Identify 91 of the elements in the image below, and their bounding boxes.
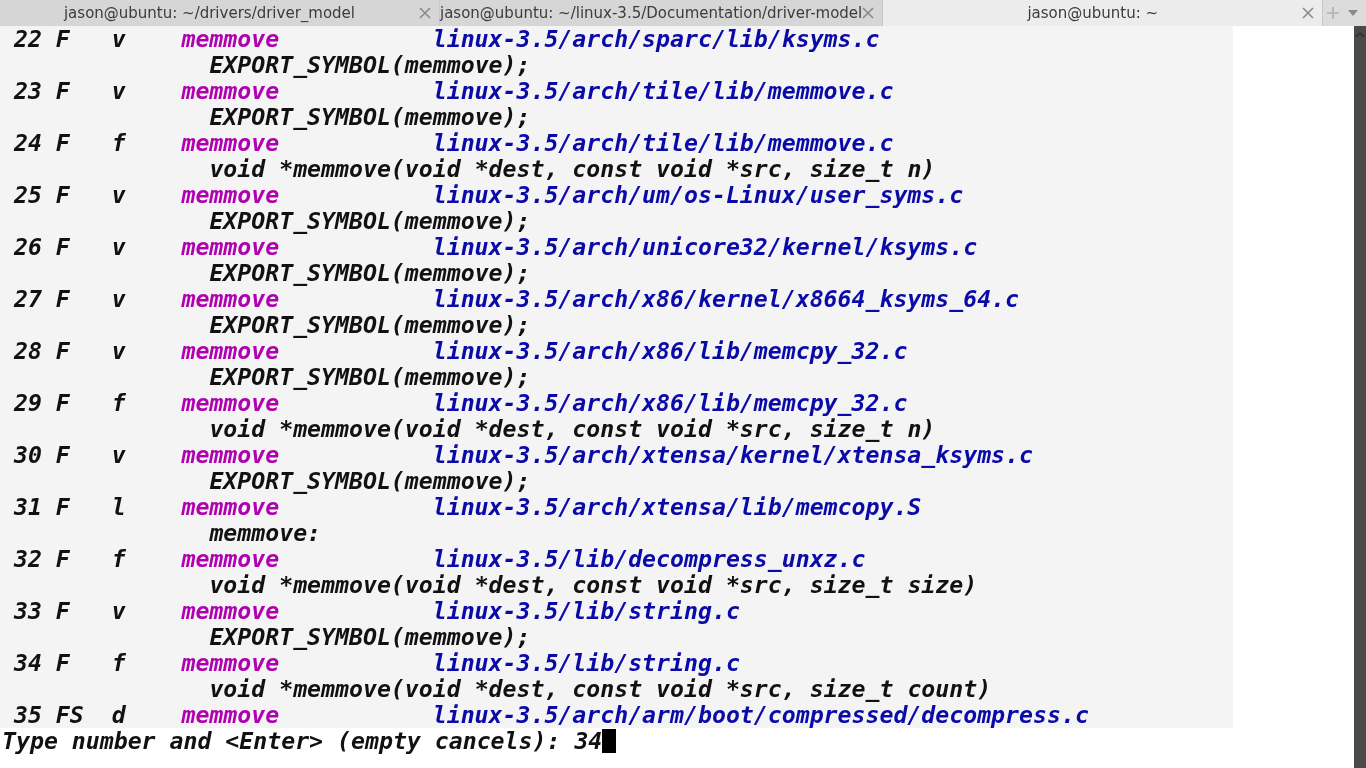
cursor — [602, 729, 617, 753]
file-path: linux-3.5/lib/decompress_unxz.c — [432, 546, 866, 572]
flags: F — [55, 182, 71, 208]
tag-kind: v — [111, 442, 127, 468]
result-number: 23 — [13, 78, 43, 104]
tag-kind: v — [111, 26, 127, 52]
prompt-text: Type number and <Enter> (empty cancels): — [2, 728, 561, 754]
file-path: linux-3.5/arch/arm/boot/compressed/decompress.c — [432, 702, 1089, 728]
tag-kind: f — [111, 130, 127, 156]
terminal-tab[interactable]: jason@ubuntu: ~/drivers/driver_model — [0, 0, 440, 26]
scrollbar[interactable] — [1354, 26, 1366, 768]
tag-kind: l — [111, 494, 127, 520]
context-line: EXPORT_SYMBOL(memmove); — [209, 208, 531, 234]
result-number: 22 — [13, 26, 43, 52]
context-line: EXPORT_SYMBOL(memmove); — [209, 260, 531, 286]
flags: F — [55, 234, 71, 260]
file-path: linux-3.5/arch/xtensa/kernel/xtensa_ksyms.c — [432, 442, 1033, 468]
symbol-name: memmove — [181, 338, 280, 364]
result-number: 33 — [13, 598, 43, 624]
symbol-name: memmove — [181, 390, 280, 416]
flags: F — [55, 598, 71, 624]
flags: F — [55, 26, 71, 52]
tag-kind: v — [111, 286, 127, 312]
flags: F — [55, 390, 71, 416]
result-number: 34 — [13, 650, 43, 676]
symbol-name: memmove — [181, 702, 281, 728]
tag-kind: f — [111, 650, 127, 676]
flags: FS — [55, 702, 85, 728]
tag-kind: v — [111, 338, 127, 364]
file-path: linux-3.5/arch/um/os-Linux/user_syms.c — [432, 182, 964, 208]
context-line: void *memmove(void *dest, const void *src, size_t n) — [209, 156, 936, 182]
symbol-name: memmove — [181, 286, 280, 312]
symbol-name: memmove — [181, 442, 281, 468]
context-line: memmove: — [209, 520, 322, 546]
file-path: linux-3.5/arch/unicore32/kernel/ksyms.c — [432, 234, 978, 260]
file-path: linux-3.5/arch/x86/kernel/x8664_ksyms_64.c — [432, 286, 1020, 312]
context-line: void *memmove(void *dest, const void *src, size_t size) — [209, 572, 978, 598]
file-path: linux-3.5/lib/string.c — [432, 598, 740, 624]
result-number: 30 — [13, 442, 43, 468]
result-number: 32 — [13, 546, 43, 572]
result-number: 26 — [13, 234, 43, 260]
context-line: EXPORT_SYMBOL(memmove); — [209, 468, 531, 494]
file-path: linux-3.5/lib/string.c — [432, 650, 740, 676]
tag-kind: f — [111, 546, 127, 572]
flags: F — [55, 650, 71, 676]
flags: F — [55, 494, 71, 520]
result-number: 27 — [13, 286, 43, 312]
file-path: linux-3.5/arch/tile/lib/memmove.c — [432, 78, 894, 104]
flags: F — [55, 442, 71, 468]
flags: F — [55, 338, 71, 364]
flags: F — [55, 286, 71, 312]
context-line: EXPORT_SYMBOL(memmove); — [209, 624, 531, 650]
tag-kind: v — [111, 598, 127, 624]
tag-kind: v — [111, 234, 127, 260]
flags: F — [55, 130, 71, 156]
scroll-up-icon[interactable] — [1355, 32, 1365, 38]
symbol-name: memmove — [181, 650, 280, 676]
symbol-name: memmove — [181, 182, 281, 208]
context-line: EXPORT_SYMBOL(memmove); — [209, 52, 531, 78]
result-number: 24 — [13, 130, 43, 156]
result-number: 29 — [13, 390, 43, 416]
context-line: void *memmove(void *dest, const void *src, size_t count) — [209, 676, 992, 702]
tag-kind: d — [111, 702, 127, 728]
result-number: 35 — [13, 702, 43, 728]
file-path: linux-3.5/arch/x86/lib/memcpy_32.c — [432, 338, 908, 364]
symbol-name: memmove — [181, 546, 281, 572]
result-number: 28 — [13, 338, 43, 364]
file-path: linux-3.5/arch/sparc/lib/ksyms.c — [432, 26, 880, 52]
symbol-name: memmove — [181, 78, 280, 104]
context-line: EXPORT_SYMBOL(memmove); — [209, 364, 531, 390]
context-line: void *memmove(void *dest, const void *src, size_t n) — [209, 416, 936, 442]
file-path: linux-3.5/arch/tile/lib/memmove.c — [432, 130, 894, 156]
flags: F — [55, 78, 71, 104]
context-line: EXPORT_SYMBOL(memmove); — [209, 104, 531, 130]
file-path: linux-3.5/arch/xtensa/lib/memcopy.S — [432, 494, 922, 520]
symbol-name: memmove — [181, 234, 280, 260]
symbol-name: memmove — [181, 130, 280, 156]
result-number: 25 — [13, 182, 43, 208]
tag-kind: f — [111, 390, 127, 416]
context-line: EXPORT_SYMBOL(memmove); — [209, 312, 531, 338]
symbol-name: memmove — [181, 598, 281, 624]
file-path: linux-3.5/arch/x86/lib/memcpy_32.c — [432, 390, 908, 416]
symbol-name: memmove — [181, 26, 281, 52]
symbol-name: memmove — [181, 494, 280, 520]
flags: F — [55, 546, 71, 572]
terminal-tab[interactable]: jason@ubuntu: ~ — [883, 0, 1324, 26]
terminal-tab[interactable]: jason@ubuntu: ~/linux-3.5/Documentation/driver-model — [440, 0, 884, 26]
tag-kind: v — [111, 78, 127, 104]
input-field[interactable]: 34 — [574, 728, 603, 754]
result-number: 31 — [13, 494, 43, 520]
tag-kind: v — [111, 182, 127, 208]
